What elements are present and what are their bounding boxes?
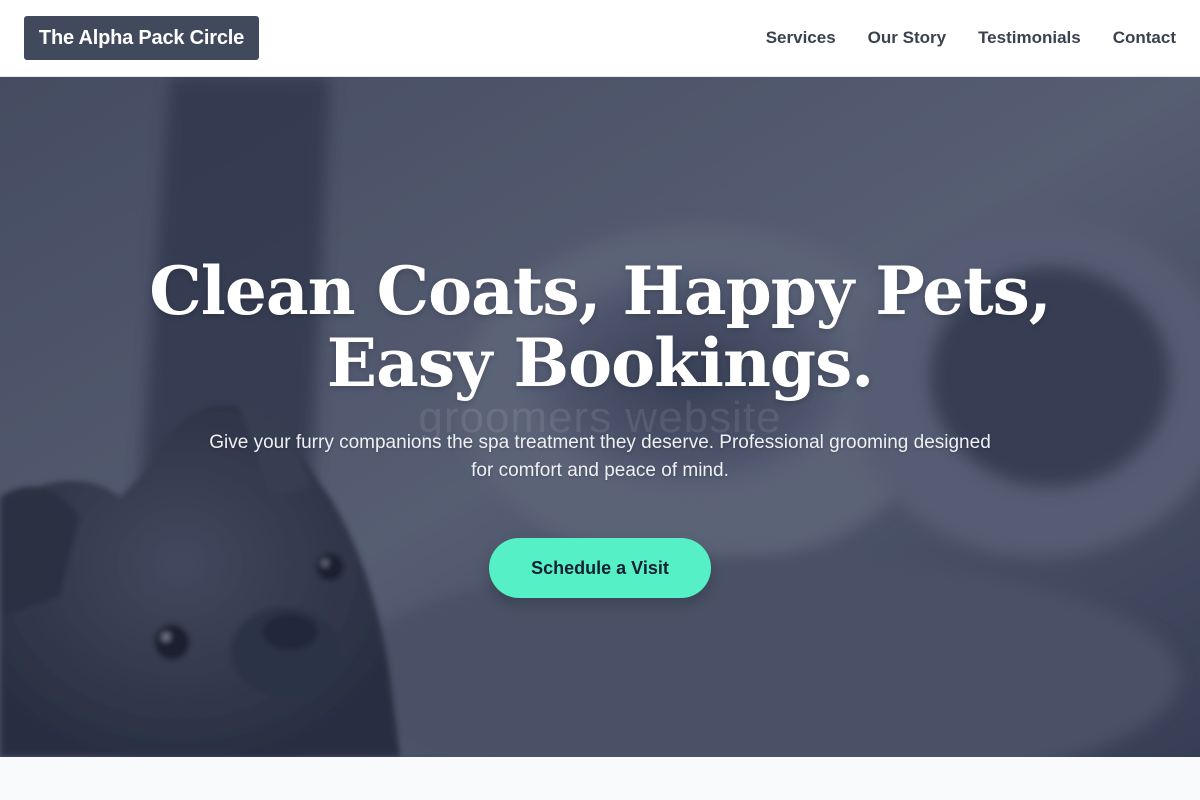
nav-links: Services Our Story Testimonials Contact — [766, 28, 1176, 48]
top-navbar: The Alpha Pack Circle Services Our Story… — [0, 0, 1200, 77]
nav-link-contact[interactable]: Contact — [1113, 28, 1176, 48]
hero-headline-line-1: Clean Coats, Happy Pets, — [149, 252, 1051, 330]
schedule-visit-button[interactable]: Schedule a Visit — [489, 538, 711, 598]
hero-headline: Clean Coats, Happy Pets, Easy Bookings. — [100, 255, 1100, 399]
nav-link-testimonials[interactable]: Testimonials — [978, 28, 1081, 48]
brand-logo-button[interactable]: The Alpha Pack Circle — [24, 16, 259, 60]
hero-section: groomers website Clean Coats, Happy Pets… — [0, 77, 1200, 757]
next-section-edge — [0, 757, 1200, 800]
hero-subtitle: Give your furry companions the spa treat… — [209, 432, 991, 481]
nav-link-services[interactable]: Services — [766, 28, 836, 48]
nav-link-our-story[interactable]: Our Story — [868, 28, 946, 48]
hero-content: Clean Coats, Happy Pets, Easy Bookings. … — [0, 255, 1200, 598]
hero-headline-line-2: Easy Bookings. — [326, 324, 874, 402]
